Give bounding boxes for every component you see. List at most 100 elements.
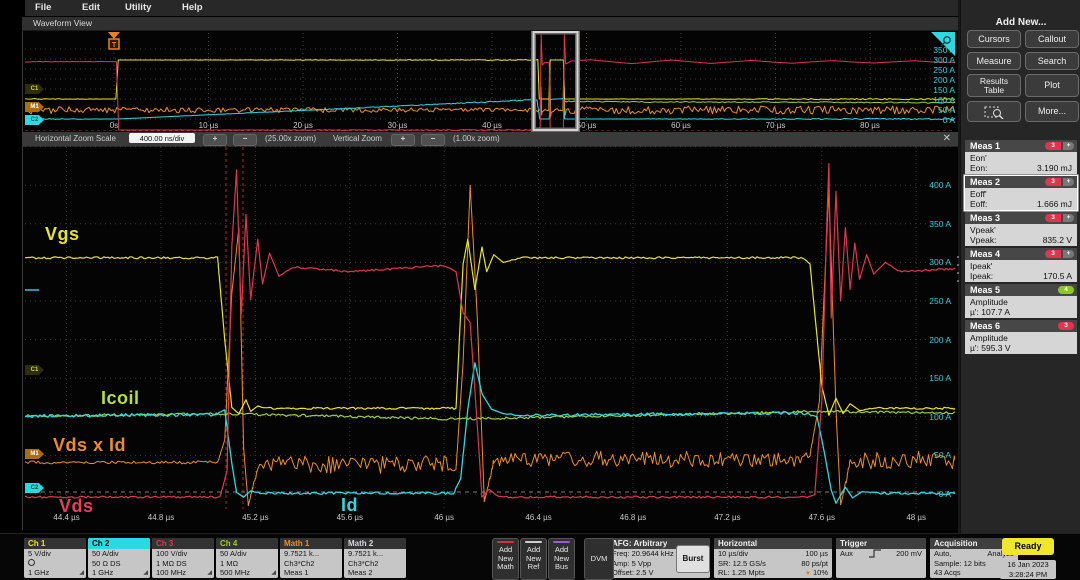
- probe-icon: [28, 559, 35, 566]
- overview-time-tick: 0s: [94, 121, 134, 130]
- channel-label: Math 1: [280, 538, 342, 549]
- cursors-button[interactable]: Cursors: [967, 30, 1021, 48]
- add-new-bus-button[interactable]: AddNewBus: [548, 538, 575, 580]
- channel-badge-ch1[interactable]: Ch 15 V/div1 GHz◢: [24, 538, 86, 578]
- trigger-marker[interactable]: T: [108, 32, 120, 49]
- main-time-tick: 48 µs: [896, 513, 936, 522]
- expand-icon[interactable]: +: [1063, 178, 1074, 186]
- hzoom-plus-button[interactable]: +: [203, 134, 227, 146]
- trace-label-vds: Vds: [59, 496, 94, 517]
- trigger-title: Trigger: [836, 538, 926, 549]
- main-amp-tick: 100 A: [903, 412, 951, 422]
- overview-amp-tick: 300 A: [907, 55, 955, 65]
- ready-status-badge: Ready: [1002, 538, 1054, 555]
- channel-badge-ch3[interactable]: Ch 3100 V/div1 MΩ DS100 MHz◢: [152, 538, 214, 578]
- svg-text:T: T: [112, 42, 117, 49]
- horizontal-scale: 10 µs/div: [718, 549, 748, 559]
- add-new-math-button[interactable]: AddNewMath: [492, 538, 519, 580]
- overview-amp-tick: 100 A: [907, 95, 955, 105]
- acquisition-mode: Auto,: [934, 549, 952, 559]
- close-zoom-icon[interactable]: ✕: [943, 133, 951, 144]
- horizontal-panel[interactable]: Horizontal 10 µs/div100 µs SR: 12.5 GS/s…: [714, 538, 832, 578]
- overview-time-tick: 40 µs: [472, 121, 512, 130]
- add-new-ref-button[interactable]: AddNewRef: [520, 538, 547, 580]
- expand-icon[interactable]: +: [1063, 250, 1074, 258]
- channel-badge-ch4[interactable]: Ch 450 A/div1 MΩ500 MHz◢: [216, 538, 278, 578]
- more-button[interactable]: More...: [1025, 101, 1079, 122]
- measurement-card-6[interactable]: Meas 63Amplitudeµ': 595.3 V: [965, 320, 1077, 354]
- menu-bar: File Edit Utility Help: [25, 0, 958, 16]
- measurement-card-4[interactable]: Meas 43+Ipeak'Ipeak:170.5 A: [965, 248, 1077, 282]
- menu-file[interactable]: File: [35, 2, 51, 13]
- vzoom-plus-button[interactable]: +: [391, 134, 415, 146]
- main-amp-tick: 400 A: [903, 180, 951, 190]
- measurement-body: Vpeak'Vpeak:835.2 V: [965, 224, 1077, 246]
- main-amp-tick: 300 A: [903, 257, 951, 267]
- main-amp-tick: 250 A: [903, 296, 951, 306]
- measurement-card-5[interactable]: Meas 54Amplitudeµ': 107.7 A: [965, 284, 1077, 318]
- main-amp-tick: 150 A: [903, 373, 951, 383]
- main-amp-tick: 0 A: [903, 489, 951, 499]
- trace-label-vgs: Vgs: [45, 224, 80, 245]
- measurement-card-2[interactable]: Meas 23+Eoff'Eoff:1.666 mJ: [965, 176, 1077, 210]
- expand-icon[interactable]: +: [1063, 142, 1074, 150]
- oscilloscope-app: File Edit Utility Help Waveform View T Hori…: [0, 0, 1080, 580]
- measurement-header: Meas 54: [965, 284, 1077, 296]
- hzoom-minus-button[interactable]: −: [233, 134, 257, 146]
- main-time-tick: 46.4 µs: [519, 513, 559, 522]
- source-count-badge: 3: [1045, 214, 1061, 222]
- main-amp-tick: 50 A: [903, 450, 951, 460]
- bottom-settings-bar: AFG: Arbitrary Freq: 20.9644 kHz Amp: 5 …: [0, 533, 1080, 580]
- channel-label: Ch 3: [152, 538, 214, 549]
- tab-waveform-view[interactable]: Waveform View: [33, 18, 92, 28]
- trigger-level: 200 mV: [896, 549, 922, 559]
- callout-button[interactable]: Callout: [1025, 30, 1079, 48]
- menu-utility[interactable]: Utility: [125, 2, 151, 13]
- search-button[interactable]: Search: [1025, 52, 1079, 70]
- zoom-scale-input[interactable]: 400.00 ns/div: [129, 133, 195, 143]
- menu-edit[interactable]: Edit: [82, 2, 100, 13]
- menu-help[interactable]: Help: [182, 2, 203, 13]
- probe-comp-icon: ◢: [271, 569, 276, 578]
- measurement-card-3[interactable]: Meas 33+Vpeak'Vpeak:835.2 V: [965, 212, 1077, 246]
- acquisition-sample: Sample: 12 bits: [934, 559, 986, 569]
- measurement-body: Amplitudeµ': 595.3 V: [965, 332, 1077, 354]
- vzoom-minus-button[interactable]: −: [421, 134, 445, 146]
- main-time-tick: 44.8 µs: [141, 513, 181, 522]
- overview-amp-tick: 50 A: [907, 105, 955, 115]
- burst-button[interactable]: Burst: [676, 545, 710, 573]
- trigger-panel[interactable]: Trigger Aux 200 mV: [836, 538, 926, 578]
- overview-amp-tick: 150 A: [907, 85, 955, 95]
- channel-badge-ch2[interactable]: Ch 250 A/div50 Ω DS1 GHz◢: [88, 538, 150, 578]
- horizontal-recordlength: RL: 1.25 Mpts: [718, 568, 765, 578]
- channel-badge-math2[interactable]: Math 29.7521 k...Ch3*Ch2Meas 2: [344, 538, 406, 578]
- zoom-select-icon: [984, 105, 1004, 119]
- results-table-button[interactable]: ResultsTable: [967, 74, 1021, 97]
- main-time-tick: 46.8 µs: [613, 513, 653, 522]
- measurement-body: Eon'Eon:3.190 mJ: [965, 152, 1077, 174]
- add-new-title: Add New...: [961, 17, 1080, 28]
- overview-amp-tick: 250 A: [907, 65, 955, 75]
- zoom-scale-bar: Horizontal Zoom Scale 400.00 ns/div + − …: [23, 132, 959, 146]
- measurement-card-1[interactable]: Meas 13+Eon'Eon:3.190 mJ: [965, 140, 1077, 174]
- source-count-badge: 4: [1058, 286, 1074, 294]
- measure-button[interactable]: Measure: [967, 52, 1021, 70]
- probe-comp-icon: ◢: [207, 569, 212, 578]
- trace-label-id: Id: [341, 495, 358, 516]
- overview-amp-tick: 0 A: [907, 115, 955, 125]
- channel-badge-math1[interactable]: Math 19.7521 k...Ch3*Ch2Meas 1: [280, 538, 342, 578]
- source-count-badge: 3: [1045, 250, 1061, 258]
- main-time-tick: 47.2 µs: [707, 513, 747, 522]
- time-text: 3:28:24 PM: [1000, 570, 1056, 580]
- horizontal-samplerate: SR: 12.5 GS/s: [718, 559, 766, 569]
- zoom-select-icon-button[interactable]: [967, 101, 1021, 122]
- dvm-button[interactable]: DVM: [584, 538, 614, 580]
- probe-comp-icon: ◢: [143, 569, 148, 578]
- datetime-display: 16 Jan 2023 3:28:24 PM: [1000, 560, 1056, 579]
- expand-icon[interactable]: +: [1063, 214, 1074, 222]
- plot-button[interactable]: Plot: [1025, 74, 1079, 97]
- measurement-body: Amplitudeµ': 107.7 A: [965, 296, 1077, 318]
- rising-edge-icon: [868, 549, 882, 558]
- overview-time-tick: 20 µs: [283, 121, 323, 130]
- source-count-badge: 3: [1058, 322, 1074, 330]
